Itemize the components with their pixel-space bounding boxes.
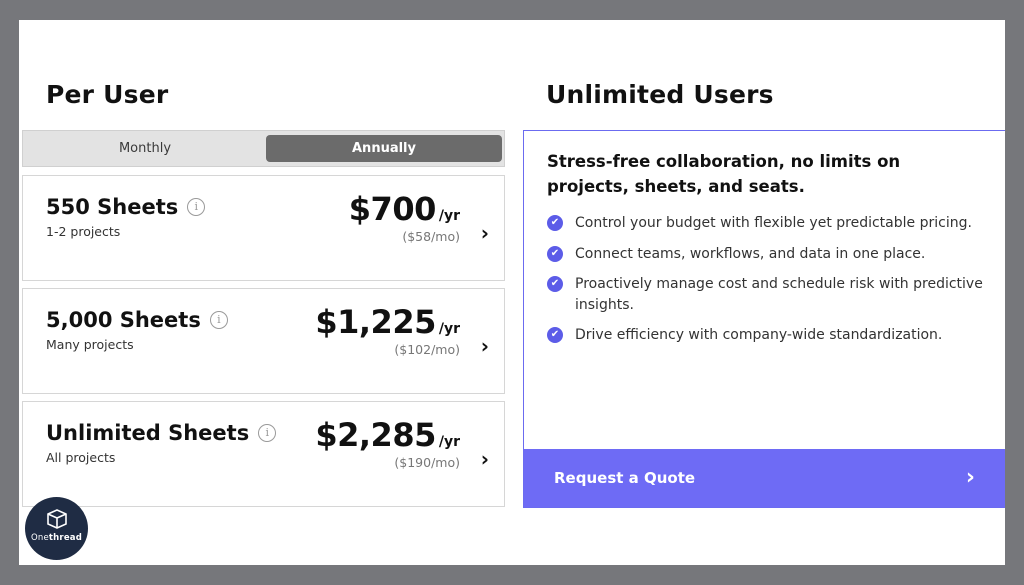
onethread-logo: Onethread xyxy=(25,497,88,560)
plan-price-period: /yr xyxy=(438,434,460,450)
per-user-heading: Per User xyxy=(46,80,169,109)
info-icon[interactable]: i xyxy=(209,311,228,329)
plan-price: $2,285 xyxy=(315,416,436,454)
plan-price-block: $1,225/yr ($102/mo) xyxy=(315,303,460,357)
plan-name: 550 Sheets xyxy=(46,195,179,219)
toggle-annually[interactable]: Annually xyxy=(266,135,502,162)
request-quote-button[interactable]: Request a Quote › xyxy=(524,449,1005,507)
feature-item: ✔ Drive efficiency with company-wide sta… xyxy=(547,325,992,346)
plan-price-block: $700/yr ($58/mo) xyxy=(349,190,460,244)
feature-text: Proactively manage cost and schedule ris… xyxy=(575,276,983,313)
plan-price-block: $2,285/yr ($190/mo) xyxy=(315,416,460,470)
plan-card-5000-sheets[interactable]: 5,000 Sheets i Many projects $1,225/yr (… xyxy=(22,288,505,394)
plan-name: 5,000 Sheets xyxy=(46,308,201,332)
feature-item: ✔ Proactively manage cost and schedule r… xyxy=(547,274,992,315)
plan-price-period: /yr xyxy=(438,321,460,337)
plan-name: Unlimited Sheets xyxy=(46,421,250,445)
unlimited-users-panel: Stress-free collaboration, no limits on … xyxy=(523,130,1005,508)
plan-subtitle: All projects xyxy=(46,450,116,465)
check-circle-icon: ✔ xyxy=(547,245,563,262)
logo-text-thread: thread xyxy=(48,533,82,543)
pricing-frame: Per User Monthly Annually 550 Sheets i 1… xyxy=(19,20,1005,565)
info-icon[interactable]: i xyxy=(258,424,277,442)
check-circle-icon: ✔ xyxy=(547,215,563,231)
unlimited-users-lead: Stress-free collaboration, no limits on … xyxy=(547,152,901,196)
chevron-right-icon[interactable]: › xyxy=(481,447,489,471)
feature-item: ✔ Control your budget with flexible yet … xyxy=(547,213,992,234)
plan-card-unlimited-sheets[interactable]: Unlimited Sheets i All projects $2,285/y… xyxy=(22,401,505,507)
plan-subtitle: Many projects xyxy=(46,337,134,352)
plan-card-550-sheets[interactable]: 550 Sheets i 1-2 projects $700/yr ($58/m… xyxy=(22,175,505,281)
chevron-right-icon[interactable]: › xyxy=(481,334,489,358)
onethread-logo-icon xyxy=(46,509,67,529)
toggle-monthly[interactable]: Monthly xyxy=(27,135,263,162)
chevron-right-icon: › xyxy=(965,465,975,490)
plan-price-period: /yr xyxy=(438,208,460,224)
plan-price: $1,225 xyxy=(315,303,436,341)
feature-text: Drive efficiency with company-wide stand… xyxy=(575,327,943,343)
plan-price: $700 xyxy=(348,190,437,228)
plan-monthly-price: ($58/mo) xyxy=(402,229,460,244)
plan-name-row: 550 Sheets i xyxy=(46,195,206,219)
unlimited-users-heading: Unlimited Users xyxy=(546,80,774,109)
info-icon[interactable]: i xyxy=(187,198,206,216)
plan-monthly-price: ($102/mo) xyxy=(394,342,460,357)
feature-list: ✔ Control your budget with flexible yet … xyxy=(547,213,992,356)
request-quote-label: Request a Quote xyxy=(554,469,696,487)
plan-name-row: 5,000 Sheets i xyxy=(46,308,228,332)
feature-text: Connect teams, workflows, and data in on… xyxy=(575,245,926,262)
check-circle-icon: ✔ xyxy=(547,327,563,343)
check-circle-icon: ✔ xyxy=(547,276,563,292)
plan-monthly-price: ($190/mo) xyxy=(394,455,460,470)
chevron-right-icon[interactable]: › xyxy=(481,221,489,245)
billing-toggle: Monthly Annually xyxy=(22,130,505,167)
feature-item: ✔ Connect teams, workflows, and data in … xyxy=(547,244,992,265)
plan-name-row: Unlimited Sheets i xyxy=(46,421,277,445)
unlimited-users-column: Unlimited Users Stress-free collaboratio… xyxy=(523,20,1005,565)
onethread-logo-text: Onethread xyxy=(25,533,88,543)
feature-text: Control your budget with flexible yet pr… xyxy=(575,215,972,231)
logo-text-one: One xyxy=(30,533,49,543)
plan-subtitle: 1-2 projects xyxy=(46,224,121,239)
